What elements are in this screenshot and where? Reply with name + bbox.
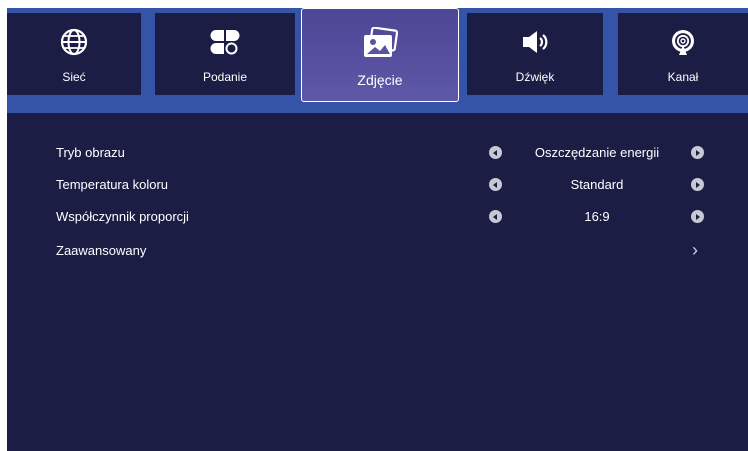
- setting-row-aspect-ratio[interactable]: Współczynnik proporcji 16:9: [7, 202, 748, 232]
- arrow-left-icon[interactable]: [489, 210, 502, 223]
- picture-icon: [364, 27, 398, 57]
- category-bar: Sieć Podanie Zdjęcie Dźwięk Kanał: [7, 8, 748, 113]
- globe-icon: [60, 28, 88, 56]
- setting-row-color-temperature[interactable]: Temperatura koloru Standard: [7, 170, 748, 200]
- tab-picture[interactable]: Zdjęcie: [301, 8, 459, 102]
- arrow-right-icon[interactable]: [691, 178, 704, 191]
- tab-network-label: Sieć: [62, 70, 86, 84]
- setting-value: Oszczędzanie energii: [534, 145, 660, 160]
- speaker-icon: [523, 31, 548, 53]
- arrow-right-icon[interactable]: [691, 146, 704, 159]
- tab-picture-label: Zdjęcie: [357, 72, 403, 88]
- tab-apps[interactable]: Podanie: [155, 13, 295, 95]
- setting-value: Standard: [570, 177, 624, 192]
- tv-settings-screen: Sieć Podanie Zdjęcie Dźwięk Kanał Tryb o…: [7, 8, 748, 451]
- setting-label: Współczynnik proporcji: [56, 209, 189, 224]
- setting-label: Zaawansowany: [56, 243, 147, 258]
- setting-row-picture-mode[interactable]: Tryb obrazu Oszczędzanie energii: [7, 138, 748, 168]
- tab-apps-label: Podanie: [202, 70, 248, 84]
- tab-channel-label: Kanał: [667, 70, 699, 84]
- setting-label: Temperatura koloru: [56, 177, 168, 192]
- tab-channel[interactable]: Kanał: [618, 13, 748, 95]
- tab-network[interactable]: Sieć: [7, 13, 141, 95]
- antenna-icon: [672, 30, 694, 55]
- arrow-left-icon[interactable]: [489, 178, 502, 191]
- chevron-right-icon: ›: [692, 240, 698, 260]
- setting-label: Tryb obrazu: [56, 145, 125, 160]
- app-grid-icon: [210, 30, 240, 55]
- tab-sound[interactable]: Dźwięk: [467, 13, 603, 95]
- setting-value: 16:9: [584, 209, 610, 224]
- setting-row-advanced[interactable]: Zaawansowany ›: [7, 236, 748, 266]
- arrow-right-icon[interactable]: [691, 210, 704, 223]
- arrow-left-icon[interactable]: [489, 146, 502, 159]
- tab-sound-label: Dźwięk: [515, 70, 555, 84]
